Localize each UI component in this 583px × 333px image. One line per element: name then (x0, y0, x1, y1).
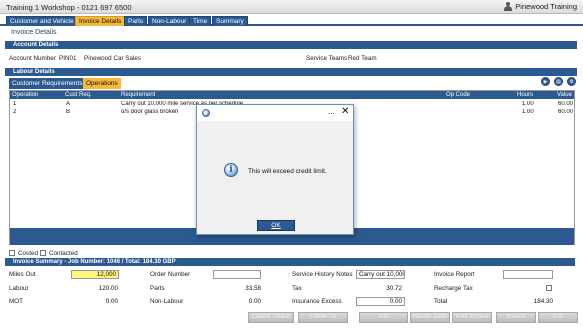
non-labour-value: 0.00 (248, 298, 261, 305)
col-op-code[interactable]: Op Code (446, 92, 470, 98)
cell-requirement: o/s door glass broken (121, 109, 179, 115)
invoice-button[interactable]: Invoice (496, 312, 536, 323)
total-value: 184.30 (533, 298, 553, 305)
grid-header: Operation Cust Req. Requirement Op Code … (10, 91, 574, 99)
follow-up-button[interactable]: Follow Up (298, 312, 348, 323)
miles-out-input[interactable]: 12,000 (71, 270, 119, 279)
recharge-tax-label: Recharge Tax (434, 285, 473, 292)
labour-label: Labour (9, 285, 29, 292)
app-title: Training 1 Workshop - 0121 697 6500 (6, 3, 132, 12)
cell-value: 60.00 (558, 109, 574, 115)
service-team-value: Red Team (348, 55, 377, 62)
service-history-input[interactable]: Carry out 10,000 mile (356, 270, 405, 279)
invoice-report-label: Invoice Report (434, 271, 475, 278)
service-history-label: Service History Notes (292, 271, 353, 278)
invoice-summary-header: Invoice Summary - Job Number: 1046 / Tot… (5, 258, 575, 266)
col-operation[interactable]: Operation (12, 92, 38, 98)
cell-cust-req: A (66, 101, 71, 107)
title-bar: Training 1 Workshop - 0121 697 6500 Pine… (0, 0, 583, 14)
cell-operation: 2 (13, 109, 17, 115)
service-teams-label: Service Teams (306, 55, 348, 62)
app-icon (202, 109, 210, 117)
forward-icon[interactable]: ▶ (541, 77, 550, 86)
tab-invoice-details[interactable]: Invoice Details (75, 16, 126, 26)
tab-operations[interactable]: Operations (83, 78, 121, 89)
tab-non-labour[interactable]: Non-Labour (148, 16, 191, 26)
account-details-header: Account Details (5, 41, 577, 49)
tab-summary[interactable]: Summary (212, 16, 248, 26)
account-name-value: Pinewood Car Sales (84, 55, 142, 62)
insurance-excess-label: Insurance Excess (292, 298, 342, 305)
account-number-label: Account Number (9, 55, 56, 62)
col-requirement[interactable]: Requirement (121, 92, 155, 98)
tab-time[interactable]: Time (189, 16, 212, 26)
credit-limit-dialog: ... ✕ i This will exceed credit limit. O… (196, 104, 354, 235)
miles-out-label: Miles Out (9, 271, 36, 278)
cell-cust-req: B (66, 109, 71, 115)
ok-button[interactable]: OK (257, 220, 295, 231)
labour-check-button[interactable]: Labour Check (248, 312, 294, 323)
recharge-tax-checkbox[interactable] (546, 285, 552, 291)
add-button[interactable]: Add (359, 312, 408, 323)
print-invoice-button[interactable]: Print Invoice (452, 312, 492, 323)
parts-value: 33.58 (245, 285, 261, 292)
cell-hours: 1.00 (522, 101, 534, 107)
settings-icon[interactable]: ⚙ (567, 77, 576, 86)
invoice-report-input[interactable] (503, 270, 553, 279)
contacted-checkbox[interactable] (40, 250, 46, 256)
tab-customer-requirements[interactable]: Customer Requirements (9, 78, 86, 89)
parts-label: Parts (150, 285, 165, 292)
costed-checkbox[interactable] (9, 250, 15, 256)
col-value[interactable]: Value (557, 92, 572, 98)
dialog-message: This will exceed credit limit. (248, 168, 327, 175)
order-number-label: Order Number (150, 271, 191, 278)
labour-details-header: Labour Details (5, 68, 577, 76)
non-labour-label: Non-Labour (150, 298, 184, 305)
dialog-titlebar: ... ✕ (197, 105, 353, 121)
col-cust-req[interactable]: Cust Req. (65, 92, 92, 98)
document-icon[interactable]: ▤ (554, 77, 563, 86)
user-name: Pinewood Training (515, 2, 577, 11)
labour-value: 120.00 (98, 285, 118, 292)
info-icon: i (224, 163, 238, 177)
more-options-icon[interactable]: ... (328, 107, 335, 116)
total-label: Total (434, 298, 448, 305)
contacted-label: Contacted (49, 250, 78, 257)
mot-value: 0.00 (105, 298, 118, 305)
close-icon[interactable]: ✕ (341, 107, 349, 117)
exit-button[interactable]: Exit (538, 312, 578, 323)
costed-label: Costed (18, 250, 38, 257)
user-menu[interactable]: Pinewood Training (504, 2, 577, 11)
cell-operation: 1 (13, 101, 17, 107)
col-hours[interactable]: Hours (517, 92, 533, 98)
user-icon (504, 2, 513, 11)
cell-hours: 1.00 (522, 109, 534, 115)
tax-value: 30.72 (386, 285, 402, 292)
cell-value: 60.00 (558, 101, 574, 107)
insurance-excess-input[interactable]: 0.00 (356, 297, 405, 306)
tab-parts[interactable]: Parts (124, 16, 148, 26)
mot-label: MOT (9, 298, 23, 305)
account-number-value: PIN01 (59, 55, 77, 62)
breadcrumb: Invoice Details (11, 29, 57, 36)
tab-customer-and-vehicle[interactable]: Customer and Vehicle (6, 16, 78, 26)
handle-cash-button[interactable]: Handle Cash (410, 312, 450, 323)
main-tab-bar: Customer and Vehicle Invoice Details Par… (0, 15, 583, 26)
order-number-input[interactable] (213, 270, 261, 279)
tax-label: Tax (292, 285, 302, 292)
